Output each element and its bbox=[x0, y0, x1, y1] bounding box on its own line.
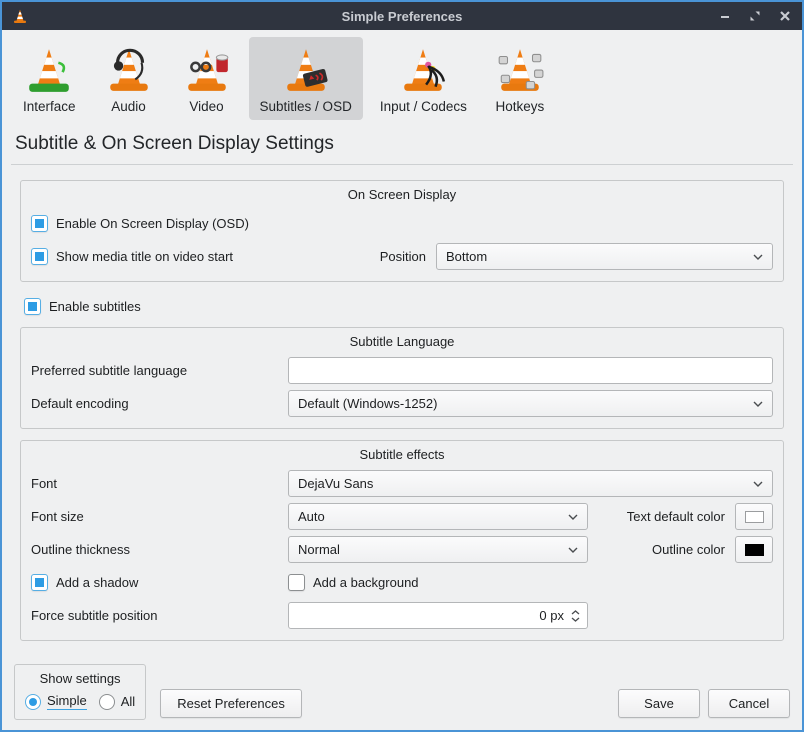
window-controls bbox=[718, 9, 792, 23]
hotkeys-tab-icon bbox=[495, 44, 545, 94]
tab-audio[interactable]: Audio bbox=[93, 37, 165, 120]
radio-simple-label: Simple bbox=[47, 693, 87, 710]
spin-down-icon bbox=[571, 617, 580, 622]
enable-subtitles-checkbox[interactable]: Enable subtitles bbox=[24, 298, 141, 315]
text-default-color-button[interactable] bbox=[735, 503, 773, 530]
white-color-swatch bbox=[745, 511, 764, 523]
font-dropdown[interactable]: DejaVu Sans bbox=[288, 470, 773, 497]
preferences-toolbar: Interface Audio bbox=[2, 30, 802, 123]
osd-group: On Screen Display Enable On Screen Displ… bbox=[20, 180, 784, 282]
chevron-down-icon bbox=[753, 401, 763, 407]
show-settings-group: Show settings Simple All bbox=[14, 664, 146, 720]
radio-all-label: All bbox=[121, 694, 135, 709]
font-label: Font bbox=[31, 476, 288, 491]
add-shadow-checkbox[interactable]: Add a shadow bbox=[31, 574, 288, 591]
font-size-value: Auto bbox=[298, 509, 325, 524]
position-value: Bottom bbox=[446, 249, 487, 264]
checkbox-icon bbox=[31, 215, 48, 232]
tab-label: Subtitles / OSD bbox=[260, 99, 352, 114]
tab-subtitles-osd[interactable]: Subtitles / OSD bbox=[249, 37, 363, 120]
checkbox-icon bbox=[31, 574, 48, 591]
add-background-checkbox[interactable]: Add a background bbox=[288, 574, 419, 591]
checkbox-icon bbox=[24, 298, 41, 315]
audio-tab-icon bbox=[104, 44, 154, 94]
tab-label: Video bbox=[189, 99, 223, 114]
font-size-label: Font size bbox=[31, 509, 288, 524]
tab-video[interactable]: Video bbox=[171, 37, 243, 120]
default-encoding-label: Default encoding bbox=[31, 396, 288, 411]
enable-osd-label: Enable On Screen Display (OSD) bbox=[56, 216, 249, 231]
black-color-swatch bbox=[745, 544, 764, 556]
force-subtitle-position-spinbox[interactable]: 0 px bbox=[288, 602, 588, 629]
show-settings-title: Show settings bbox=[25, 669, 135, 693]
outline-color-button[interactable] bbox=[735, 536, 773, 563]
font-value: DejaVu Sans bbox=[298, 476, 373, 491]
outline-color-label: Outline color bbox=[652, 542, 725, 557]
interface-tab-icon bbox=[24, 44, 74, 94]
add-shadow-label: Add a shadow bbox=[56, 575, 138, 590]
checkbox-icon bbox=[288, 574, 305, 591]
page-title: Subtitle & On Screen Display Settings bbox=[15, 133, 802, 155]
minimize-icon[interactable] bbox=[718, 9, 732, 23]
radio-simple[interactable]: Simple bbox=[25, 693, 87, 710]
outline-thickness-label: Outline thickness bbox=[31, 542, 288, 557]
subtitle-language-group-title: Subtitle Language bbox=[31, 331, 773, 354]
footer: Show settings Simple All Reset Preferenc… bbox=[2, 664, 802, 730]
font-size-dropdown[interactable]: Auto bbox=[288, 503, 588, 530]
simple-preferences-window: Simple Preferences bbox=[0, 0, 804, 732]
force-subtitle-position-value: 0 px bbox=[539, 608, 564, 623]
force-subtitle-position-label: Force subtitle position bbox=[31, 608, 288, 623]
tab-label: Interface bbox=[23, 99, 76, 114]
radio-icon bbox=[25, 694, 41, 710]
heading-divider bbox=[11, 164, 793, 165]
subtitles-tab-icon bbox=[281, 44, 331, 94]
text-default-color-label: Text default color bbox=[627, 509, 725, 524]
tab-label: Audio bbox=[111, 99, 146, 114]
radio-icon bbox=[99, 694, 115, 710]
checkbox-icon bbox=[31, 248, 48, 265]
radio-all[interactable]: All bbox=[99, 694, 135, 710]
titlebar: Simple Preferences bbox=[2, 2, 802, 30]
chevron-down-icon bbox=[568, 514, 578, 520]
tab-input-codecs[interactable]: Input / Codecs bbox=[369, 37, 478, 120]
enable-subtitles-label: Enable subtitles bbox=[49, 299, 141, 314]
outline-thickness-dropdown[interactable]: Normal bbox=[288, 536, 588, 563]
video-tab-icon bbox=[182, 44, 232, 94]
spin-up-icon bbox=[571, 610, 580, 615]
tab-hotkeys[interactable]: Hotkeys bbox=[484, 37, 556, 120]
enable-osd-checkbox[interactable]: Enable On Screen Display (OSD) bbox=[31, 215, 249, 232]
subtitle-effects-group-title: Subtitle effects bbox=[31, 444, 773, 467]
chevron-down-icon bbox=[753, 254, 763, 260]
window-title: Simple Preferences bbox=[2, 9, 802, 24]
input-codecs-tab-icon bbox=[398, 44, 448, 94]
subtitle-effects-group: Subtitle effects Font DejaVu Sans Font s… bbox=[20, 440, 784, 641]
osd-group-title: On Screen Display bbox=[31, 184, 773, 207]
chevron-down-icon bbox=[753, 481, 763, 487]
restore-icon[interactable] bbox=[748, 9, 762, 23]
position-label: Position bbox=[380, 249, 426, 264]
spinner-arrows[interactable] bbox=[571, 610, 580, 622]
subtitle-language-group: Subtitle Language Preferred subtitle lan… bbox=[20, 327, 784, 429]
preferred-language-label: Preferred subtitle language bbox=[31, 363, 288, 378]
default-encoding-dropdown[interactable]: Default (Windows-1252) bbox=[288, 390, 773, 417]
close-icon[interactable] bbox=[778, 9, 792, 23]
show-media-title-label: Show media title on video start bbox=[56, 249, 233, 264]
cancel-button[interactable]: Cancel bbox=[708, 689, 790, 718]
preferred-language-input[interactable] bbox=[288, 357, 773, 384]
position-dropdown[interactable]: Bottom bbox=[436, 243, 773, 270]
chevron-down-icon bbox=[568, 547, 578, 553]
vlc-cone-icon bbox=[12, 8, 28, 24]
add-background-label: Add a background bbox=[313, 575, 419, 590]
tab-label: Hotkeys bbox=[496, 99, 545, 114]
reset-preferences-button[interactable]: Reset Preferences bbox=[160, 689, 302, 718]
default-encoding-value: Default (Windows-1252) bbox=[298, 396, 437, 411]
tab-interface[interactable]: Interface bbox=[12, 37, 87, 120]
outline-thickness-value: Normal bbox=[298, 542, 340, 557]
show-media-title-checkbox[interactable]: Show media title on video start bbox=[31, 248, 233, 265]
tab-label: Input / Codecs bbox=[380, 99, 467, 114]
save-button[interactable]: Save bbox=[618, 689, 700, 718]
